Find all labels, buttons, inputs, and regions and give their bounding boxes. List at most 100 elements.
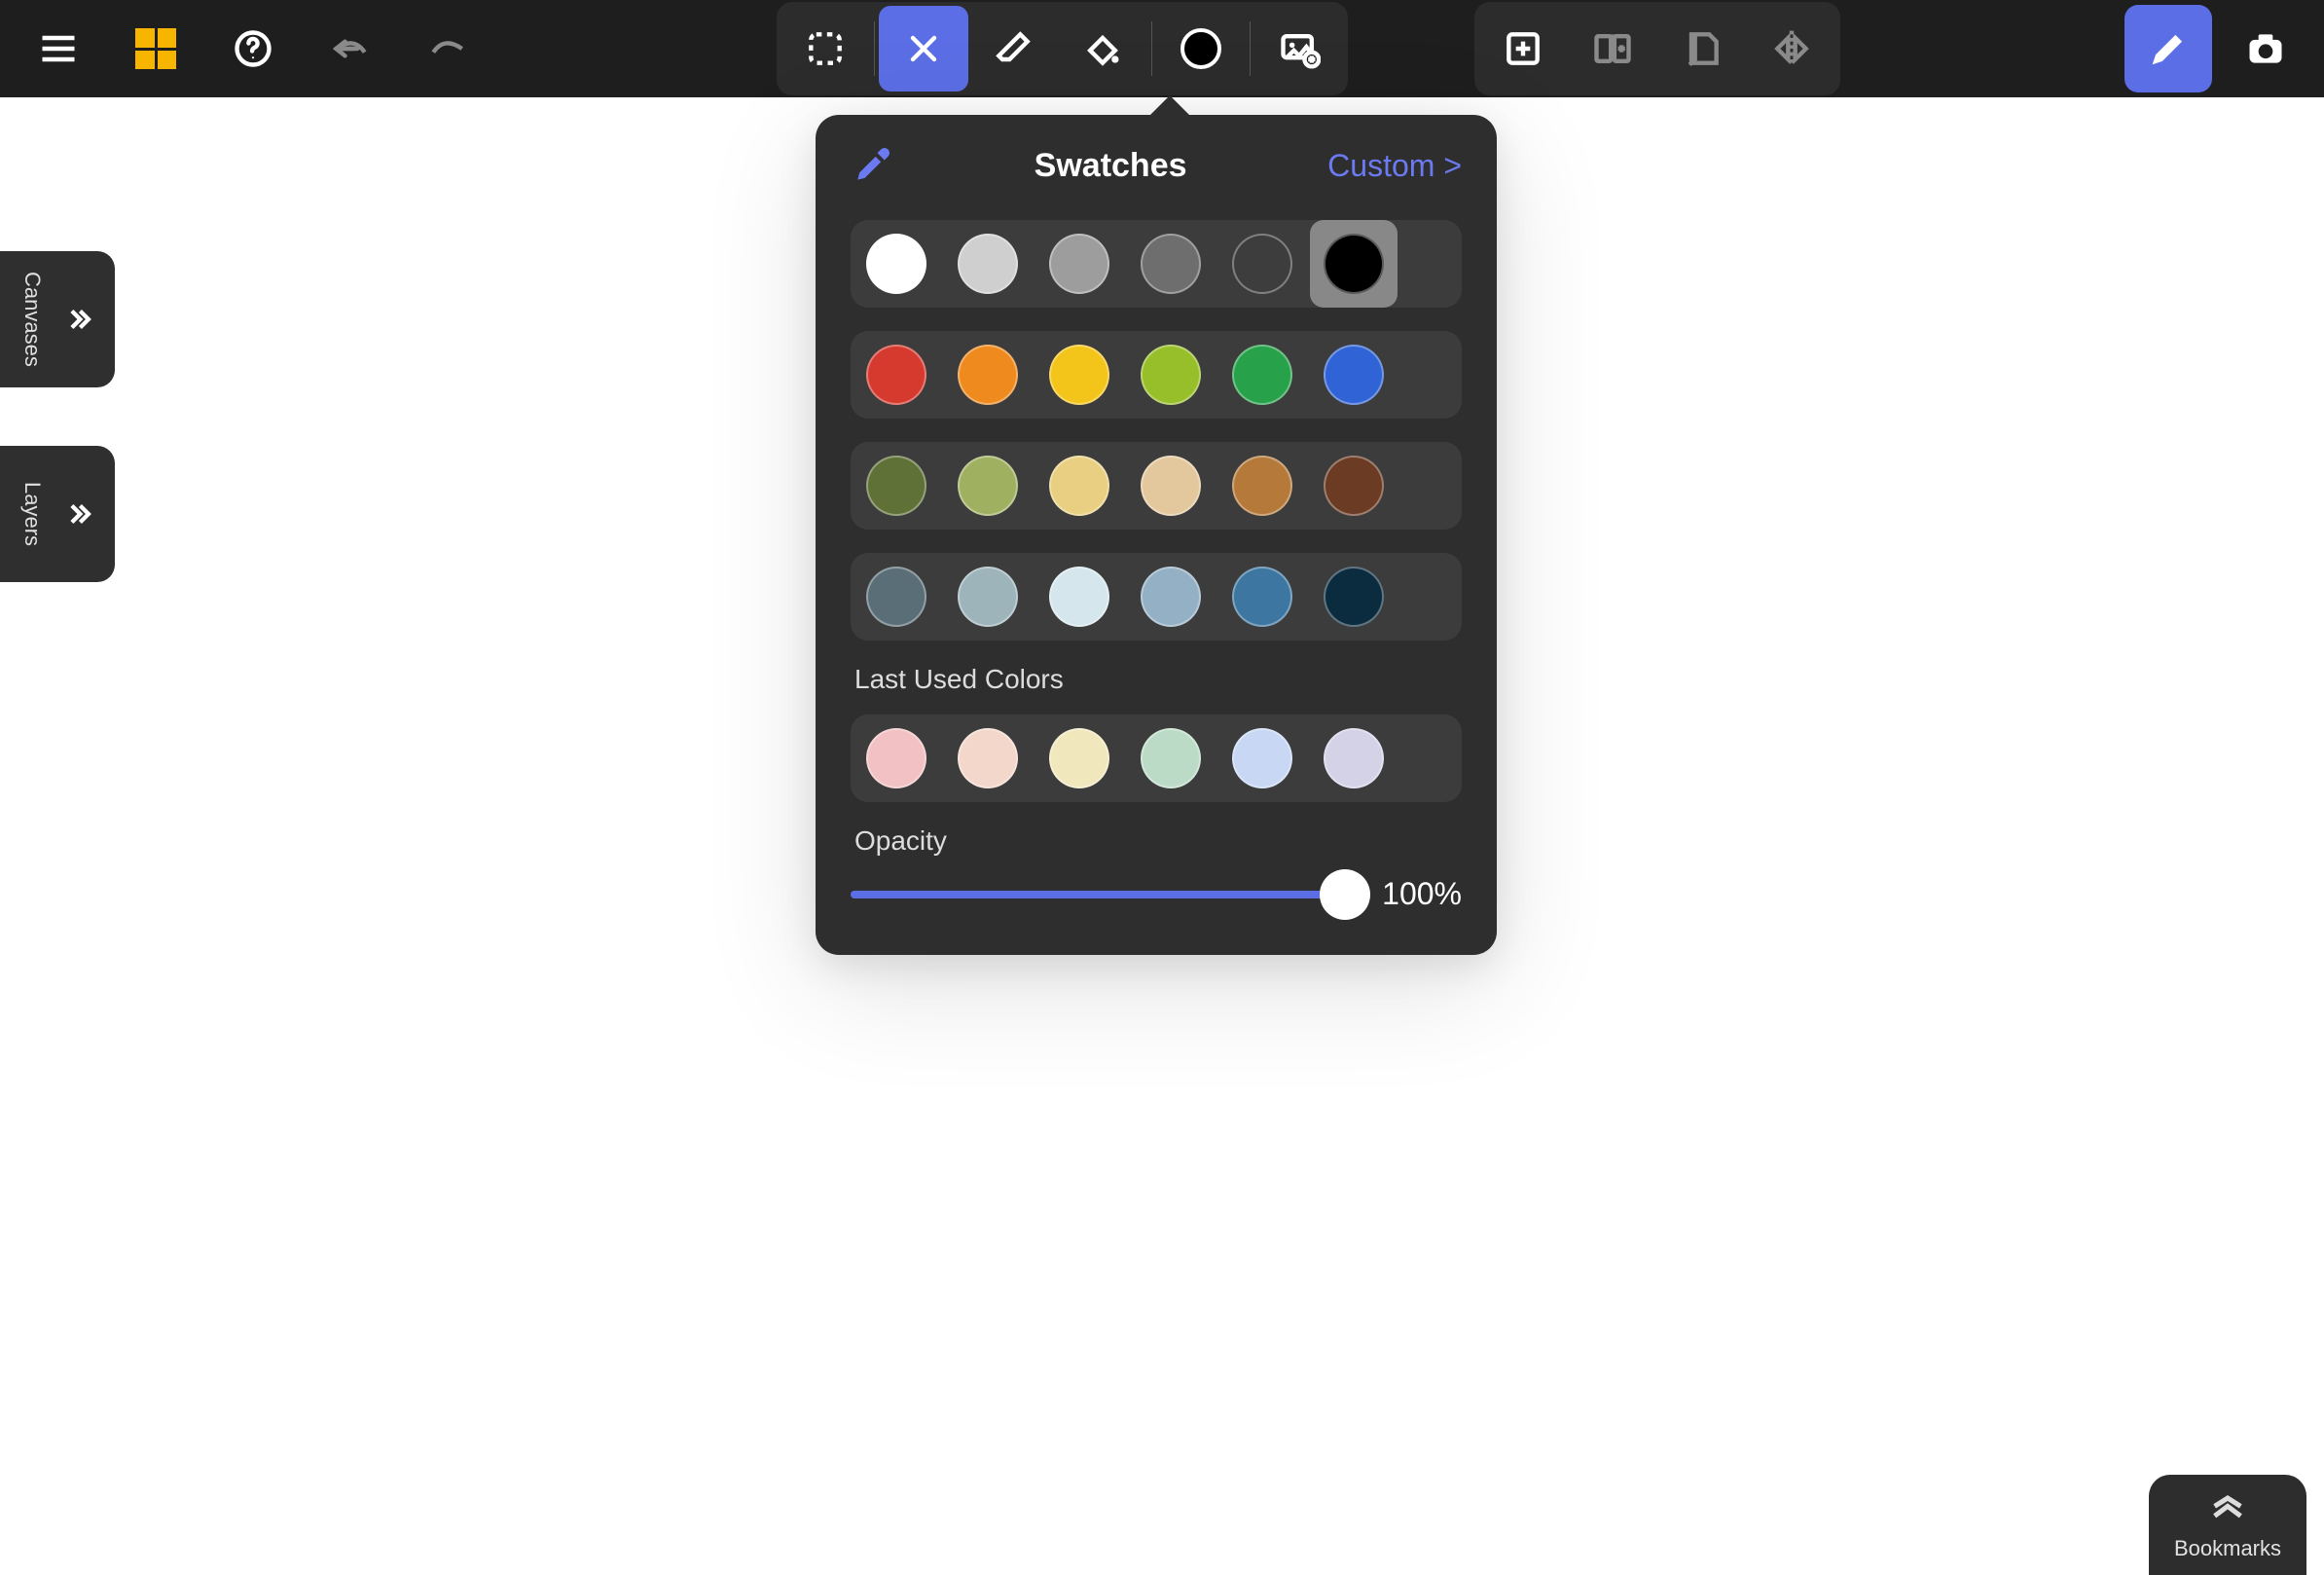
color-swatch[interactable] [958, 456, 1018, 516]
color-swatch[interactable] [958, 345, 1018, 405]
color-swatch[interactable] [866, 234, 926, 294]
center-tool-group [777, 2, 1348, 95]
insert-image-tool[interactable] [1254, 6, 1344, 92]
swatch-slot[interactable] [944, 553, 1032, 641]
swatch-slot[interactable] [1310, 442, 1398, 530]
swatch-row [851, 553, 1462, 641]
color-swatch[interactable] [1324, 456, 1384, 516]
page-button[interactable] [1657, 6, 1747, 92]
swatch-slot[interactable] [1035, 220, 1123, 308]
color-swatch[interactable] [1232, 728, 1292, 788]
swatch-slot[interactable] [1310, 553, 1398, 641]
mirror-button[interactable] [1747, 6, 1836, 92]
color-swatch[interactable] [1141, 728, 1201, 788]
swatch-slot[interactable] [853, 553, 940, 641]
eyedropper-button[interactable] [851, 144, 893, 187]
swatch-slot[interactable] [944, 442, 1032, 530]
image-plus-icon [1278, 27, 1321, 70]
split-icon [1591, 27, 1634, 70]
eyedropper-icon [851, 144, 893, 187]
draw-tool[interactable] [879, 6, 968, 92]
color-swatch[interactable] [866, 456, 926, 516]
add-canvas-icon [1502, 27, 1544, 70]
color-swatch[interactable] [958, 728, 1018, 788]
swatch-slot[interactable] [1218, 220, 1306, 308]
color-swatch[interactable] [1232, 345, 1292, 405]
color-swatch[interactable] [1141, 234, 1201, 294]
dashboard-button[interactable] [112, 5, 200, 92]
swatch-slot[interactable] [1310, 220, 1398, 308]
color-swatch[interactable] [1324, 345, 1384, 405]
color-swatch[interactable] [866, 567, 926, 627]
color-swatch[interactable] [1049, 345, 1109, 405]
camera-icon [2244, 27, 2287, 70]
camera-button[interactable] [2222, 5, 2309, 92]
color-swatch[interactable] [958, 234, 1018, 294]
menu-button[interactable] [15, 5, 102, 92]
bookmarks-tab[interactable]: Bookmarks [2149, 1475, 2306, 1575]
hamburger-icon [37, 27, 80, 70]
split-button[interactable] [1568, 6, 1657, 92]
swatch-slot[interactable] [1218, 442, 1306, 530]
add-canvas-button[interactable] [1478, 6, 1568, 92]
swatch-slot[interactable] [1127, 442, 1215, 530]
bookmarks-label: Bookmarks [2161, 1536, 2295, 1561]
swatch-slot[interactable] [853, 442, 940, 530]
bucket-icon [1081, 27, 1124, 70]
color-swatch[interactable] [866, 345, 926, 405]
opacity-slider-thumb[interactable] [1320, 869, 1370, 920]
swatch-slot[interactable] [853, 331, 940, 419]
swatch-slot[interactable] [944, 220, 1032, 308]
color-swatch[interactable] [1324, 234, 1384, 294]
help-icon [232, 27, 274, 70]
layers-tab[interactable]: Layers [0, 446, 115, 582]
swatch-slot[interactable] [1127, 553, 1215, 641]
color-swatch[interactable] [1049, 567, 1109, 627]
color-swatch[interactable] [1141, 345, 1201, 405]
color-swatch[interactable] [1049, 728, 1109, 788]
swatch-slot[interactable] [1310, 331, 1398, 419]
undo-button[interactable] [307, 5, 394, 92]
erase-tool[interactable] [968, 6, 1058, 92]
swatch-slot[interactable] [1035, 442, 1123, 530]
opacity-value: 100% [1382, 876, 1462, 912]
swatch-slot[interactable] [1127, 220, 1215, 308]
color-swatch[interactable] [866, 728, 926, 788]
swatch-row [851, 331, 1462, 419]
canvases-tab[interactable]: Canvases [0, 251, 115, 387]
pen-button[interactable] [2124, 5, 2212, 92]
color-swatch[interactable] [1049, 456, 1109, 516]
custom-link[interactable]: Custom > [1327, 148, 1462, 184]
chevron-right-icon [62, 303, 95, 336]
opacity-slider[interactable] [851, 891, 1359, 898]
app-logo-icon [135, 28, 176, 69]
swatch-slot[interactable] [1035, 553, 1123, 641]
redo-button[interactable] [404, 5, 491, 92]
last-used-label: Last Used Colors [854, 664, 1462, 695]
swatch-slot[interactable] [1035, 331, 1123, 419]
color-tool[interactable] [1156, 6, 1246, 92]
color-swatch[interactable] [1141, 456, 1201, 516]
color-swatch[interactable] [958, 567, 1018, 627]
color-swatch[interactable] [1141, 567, 1201, 627]
select-tool[interactable] [781, 6, 870, 92]
color-swatch[interactable] [1232, 456, 1292, 516]
canvases-label: Canvases [19, 272, 45, 367]
redo-icon [426, 27, 469, 70]
color-swatch[interactable] [1324, 728, 1384, 788]
help-button[interactable] [209, 5, 297, 92]
swatch-slot[interactable] [853, 220, 940, 308]
eraser-icon [992, 27, 1035, 70]
color-swatch[interactable] [1049, 234, 1109, 294]
swatch-slot[interactable] [1218, 553, 1306, 641]
chevron-right-icon [62, 497, 95, 531]
color-swatch[interactable] [1232, 567, 1292, 627]
swatch-slot[interactable] [1218, 331, 1306, 419]
color-swatch[interactable] [1232, 234, 1292, 294]
swatch-row [851, 220, 1462, 308]
color-swatch[interactable] [1324, 567, 1384, 627]
chevron-up-icon [2208, 1494, 2247, 1521]
swatch-slot[interactable] [944, 331, 1032, 419]
fill-tool[interactable] [1058, 6, 1147, 92]
swatch-slot[interactable] [1127, 331, 1215, 419]
